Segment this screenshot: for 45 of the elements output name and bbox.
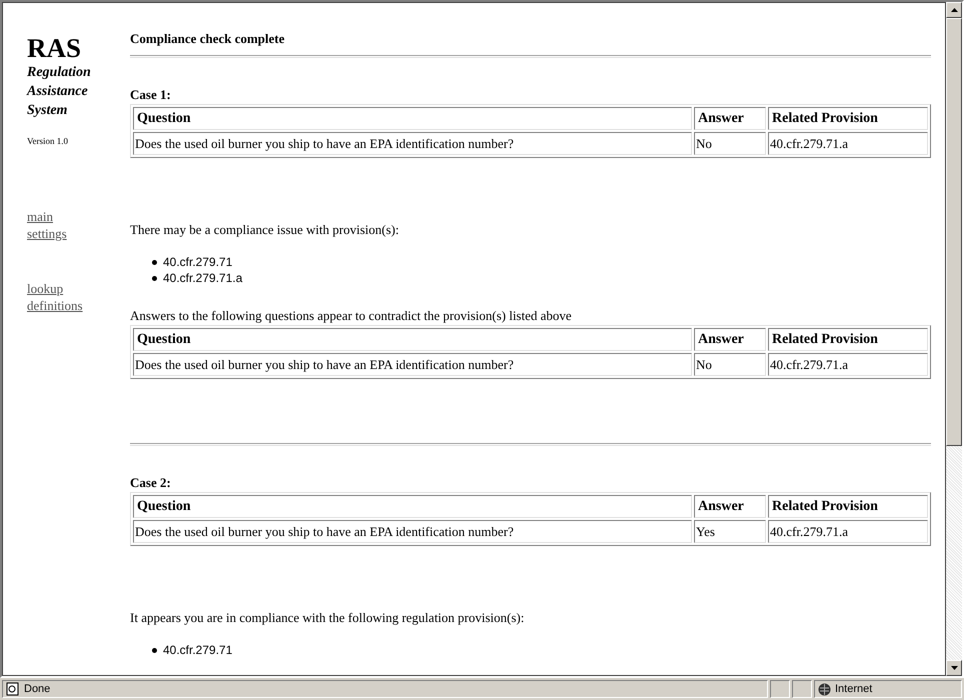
column-header: Question (133, 495, 692, 518)
scroll-down-icon[interactable] (946, 660, 962, 676)
bullet-icon (152, 260, 157, 264)
result-message: It appears you are in compliance with the following regulation provision(s): (130, 610, 526, 626)
scroll-up-icon[interactable] (946, 2, 962, 18)
version-label: Version 1.0 (27, 136, 69, 146)
column-header: Question (133, 107, 692, 130)
app-subtitle: Regulation Assistance System (27, 64, 92, 120)
globe-icon (818, 682, 831, 696)
column-header: Answer (694, 107, 766, 130)
bullet-icon (152, 648, 157, 652)
table-cell: 40.cfr.279.71.a (768, 132, 928, 155)
page-icon (6, 682, 20, 696)
table-cell: Does the used oil burner you ship to have an EPA identification number? (133, 520, 692, 543)
column-header: Related Provision (768, 495, 928, 518)
scroll-thumb[interactable] (946, 18, 962, 446)
bullet-icon (152, 276, 157, 280)
column-header: Answer (694, 495, 766, 518)
case-label: Case 1: (130, 87, 172, 103)
status-pane (770, 680, 790, 698)
table-cell: 40.cfr.279.71.a (768, 520, 928, 543)
column-header: Related Provision (768, 328, 928, 351)
table-cell: No (694, 353, 766, 376)
table-cell: Yes (694, 520, 766, 543)
zone-label: Internet (835, 683, 872, 695)
scrollbar[interactable] (946, 2, 962, 676)
status-text: Done (24, 683, 50, 695)
case-label: Case 2: (130, 475, 172, 491)
nav-link[interactable]: main settings (27, 208, 91, 242)
app-title: RAS (27, 33, 82, 63)
result-message: There may be a compliance issue with provision(s): (130, 222, 400, 238)
status-pane (792, 680, 812, 698)
column-header: Question (133, 328, 692, 351)
provision-item: 40.cfr.279.71 (163, 642, 232, 658)
table-cell: No (694, 132, 766, 155)
nav-link[interactable]: lookup definitions (27, 280, 91, 314)
column-header: Answer (694, 328, 766, 351)
provision-item: 40.cfr.279.71 (163, 254, 232, 270)
table-cell: Does the used oil burner you ship to have an EPA identification number? (133, 353, 692, 376)
page-heading: Compliance check complete (130, 31, 286, 47)
provision-item: 40.cfr.279.71.a (163, 270, 242, 286)
contradiction-message: Answers to the following questions appear to contradict the provision(s) listed above (130, 308, 573, 324)
table-cell: Does the used oil burner you ship to have an EPA identification number? (133, 132, 692, 155)
table-cell: 40.cfr.279.71.a (768, 353, 928, 376)
column-header: Related Provision (768, 107, 928, 130)
